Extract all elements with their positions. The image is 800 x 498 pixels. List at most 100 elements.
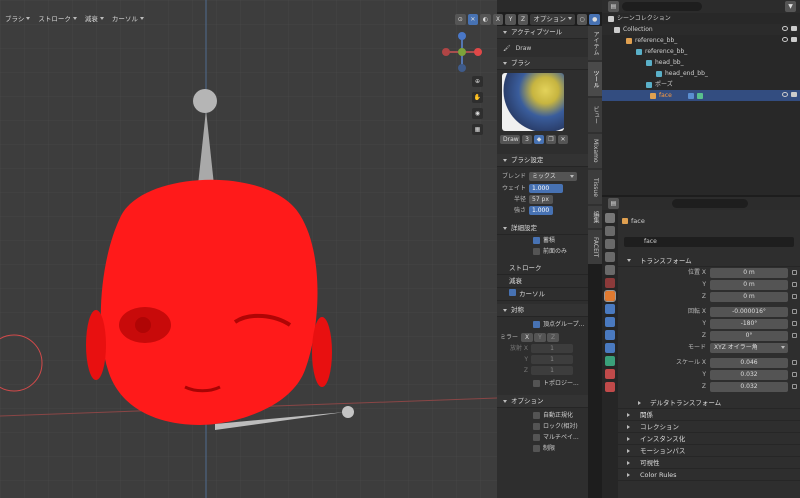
location-z-field[interactable]: 0 m — [710, 292, 788, 302]
lock-icon[interactable] — [792, 282, 797, 287]
shading-solid-icon[interactable]: ● — [589, 13, 600, 25]
camera-icon[interactable] — [791, 92, 797, 97]
outliner-item-head-end-bone[interactable]: head_end_bb_ — [602, 68, 800, 79]
camera-icon[interactable] — [791, 37, 797, 42]
lock-icon[interactable] — [792, 294, 797, 299]
outliner-item-reference-data[interactable]: reference_bb_ — [602, 46, 800, 57]
lock-icon[interactable] — [792, 360, 797, 365]
active-tool-row[interactable]: 🖌 Draw — [497, 39, 588, 57]
location-x-field[interactable]: 0 m — [710, 268, 788, 278]
output-icon[interactable] — [605, 239, 615, 249]
outliner-item-collection[interactable]: Collection — [602, 24, 800, 35]
rotation-x-field[interactable]: -0.000016° — [710, 307, 788, 317]
cursor-header[interactable]: カーソル — [497, 288, 588, 301]
rotation-mode-select[interactable]: XYZ オイラー角 — [710, 343, 788, 353]
auto-normalize-row[interactable]: 自動正規化 — [497, 410, 588, 421]
instancing-header[interactable]: インスタンス化 — [618, 433, 800, 445]
particles-icon[interactable] — [605, 317, 615, 327]
scene-icon[interactable] — [605, 265, 615, 275]
eye-icon[interactable] — [782, 92, 788, 97]
view-layer-icon[interactable] — [605, 252, 615, 262]
options-header[interactable]: オプション — [497, 395, 588, 408]
menu-cursor[interactable]: カーソル — [109, 14, 147, 25]
auto-normalize-checkbox[interactable] — [533, 412, 540, 419]
topology-checkbox[interactable] — [533, 380, 540, 387]
restrict-row[interactable]: 制限 — [497, 443, 588, 454]
accumulate-checkbox[interactable] — [533, 237, 540, 244]
shading-wire-icon[interactable]: ○ — [576, 13, 588, 25]
camera-icon[interactable]: ◉ — [472, 108, 483, 119]
brush-header[interactable]: ブラシ — [497, 57, 588, 70]
lock-icon[interactable] — [792, 384, 797, 389]
mirror-x-icon[interactable]: ✕ — [467, 13, 479, 25]
lock-icon[interactable] — [792, 372, 797, 377]
brush-settings-header[interactable]: ブラシ設定 — [497, 154, 588, 167]
lock-icon[interactable] — [792, 270, 797, 275]
scale-x-field[interactable]: 0.046 — [710, 358, 788, 368]
options-menu[interactable]: オプション — [530, 13, 575, 25]
lock-relative-row[interactable]: ロック(相対) — [497, 421, 588, 432]
menu-brush[interactable]: ブラシ — [2, 14, 33, 25]
viewport-canvas[interactable] — [0, 0, 497, 498]
zoom-icon[interactable]: ⊕ — [472, 76, 483, 87]
texture-icon[interactable] — [605, 382, 615, 392]
active-tool-header[interactable]: アクティブツール — [497, 26, 588, 39]
delta-transform-header[interactable]: デルタトランスフォーム — [618, 397, 800, 409]
strength-field[interactable]: 1.000 — [529, 206, 553, 215]
tab-edit[interactable]: 編集 — [588, 206, 602, 228]
radial-y-field[interactable]: 1 — [531, 355, 573, 364]
material-icon[interactable] — [605, 369, 615, 379]
object-icon[interactable] — [604, 290, 616, 302]
outliner-item-pose[interactable]: ポーズ — [602, 79, 800, 90]
outliner-search-input[interactable] — [622, 2, 702, 11]
cursor-checkbox[interactable] — [509, 289, 516, 296]
world-icon[interactable] — [605, 278, 615, 288]
mirror-y-toggle[interactable]: Y — [534, 333, 546, 342]
hand-icon[interactable]: ✋ — [472, 92, 483, 103]
close-icon[interactable]: ✕ — [558, 135, 568, 144]
visibility-header[interactable]: 可視性 — [618, 457, 800, 469]
physics-icon[interactable] — [605, 330, 615, 340]
overlay-icon[interactable]: ◐ — [480, 13, 491, 25]
rotation-y-field[interactable]: -180° — [710, 319, 788, 329]
pivot-icon[interactable]: ⊙ — [455, 13, 466, 25]
accumulate-row[interactable]: 蓄積 — [497, 235, 588, 246]
outliner-item-reference-armature[interactable]: reference_bb_ — [602, 35, 800, 46]
transform-header[interactable]: トランスフォーム — [618, 255, 800, 267]
lock-icon[interactable] — [792, 309, 797, 314]
falloff-header[interactable]: 減衰 — [497, 275, 588, 288]
eye-icon[interactable] — [782, 37, 788, 42]
motion-paths-header[interactable]: モーションパス — [618, 445, 800, 457]
tab-view[interactable]: ビュー — [588, 98, 602, 132]
blend-select[interactable]: ミックス — [529, 172, 577, 181]
object-name-field[interactable]: face — [624, 237, 794, 247]
menu-falloff[interactable]: 減衰 — [82, 14, 107, 25]
constraints-icon[interactable] — [605, 343, 615, 353]
axis-y-toggle[interactable]: Y — [505, 13, 516, 25]
multi-paint-row[interactable]: マルチペイ... — [497, 432, 588, 443]
restrict-checkbox[interactable] — [533, 445, 540, 452]
brush-name-field[interactable]: Draw — [500, 135, 520, 144]
scene-collection-row[interactable]: シーンコレクション — [602, 13, 800, 24]
menu-stroke[interactable]: ストローク — [35, 14, 80, 25]
weight-field[interactable]: 1.000 — [529, 184, 563, 193]
color-rules-header[interactable]: Color Rules — [618, 469, 800, 481]
radius-field[interactable]: 57 px — [529, 195, 553, 204]
tab-faceit[interactable]: FACEIT — [588, 230, 602, 264]
modifiers-icon[interactable] — [605, 304, 615, 314]
eye-icon[interactable] — [782, 26, 788, 31]
lock-icon[interactable] — [792, 333, 797, 338]
lock-relative-checkbox[interactable] — [533, 423, 540, 430]
front-only-row[interactable]: 前面のみ — [497, 246, 588, 257]
scale-y-field[interactable]: 0.032 — [710, 370, 788, 380]
tab-tissue[interactable]: Tissue — [588, 170, 602, 204]
rotation-z-field[interactable]: 0° — [710, 331, 788, 341]
outliner-item-head-bone[interactable]: head_bb_ — [602, 57, 800, 68]
vertex-group-checkbox[interactable] — [533, 321, 540, 328]
symmetry-header[interactable]: 対称 — [497, 304, 588, 317]
tool-settings-icon[interactable] — [605, 213, 615, 223]
front-only-checkbox[interactable] — [533, 248, 540, 255]
relations-header[interactable]: 関係 — [618, 409, 800, 421]
camera-icon[interactable] — [791, 26, 797, 31]
radial-x-field[interactable]: 1 — [531, 344, 573, 353]
